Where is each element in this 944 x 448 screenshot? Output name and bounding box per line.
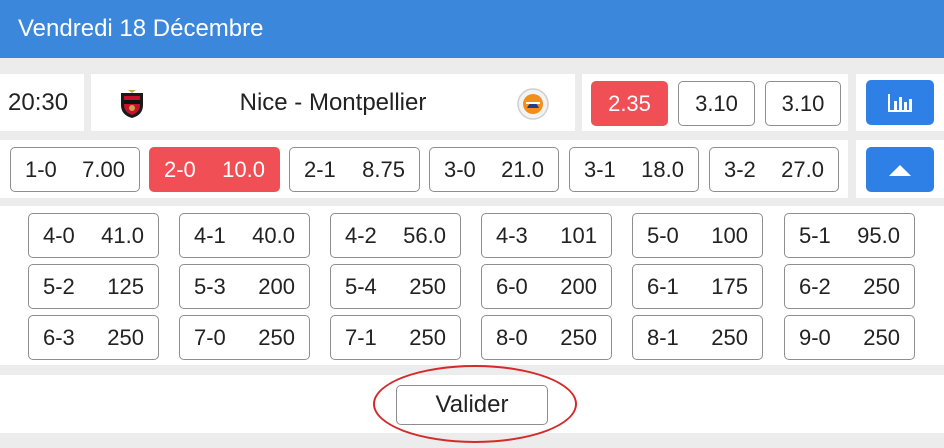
score-5-0-button[interactable]: 5-0 100	[632, 213, 763, 258]
score-label: 5-3	[194, 273, 226, 299]
validate-button[interactable]: Valider	[396, 385, 548, 425]
score-odd: 250	[409, 273, 446, 299]
score-label: 3-1	[584, 156, 616, 182]
odd-home-value: 2.35	[608, 90, 651, 116]
score-odd: 250	[863, 273, 900, 299]
score-odd: 40.0	[252, 222, 295, 248]
score-label: 9-0	[799, 324, 831, 350]
montpellier-hsc-crest-icon	[517, 88, 549, 120]
match-name: Nice - Montpellier	[239, 89, 427, 116]
score-label: 7-0	[194, 324, 226, 350]
score-odd: 175	[711, 273, 748, 299]
score-4-1-button[interactable]: 4-1 40.0	[179, 213, 310, 258]
score-1-0-button[interactable]: 1-0 7.00	[10, 147, 140, 192]
bar-chart-icon	[888, 93, 912, 112]
validate-button-label: Valider	[435, 391, 509, 418]
score-label: 2-0	[164, 156, 196, 182]
score-9-0-button[interactable]: 9-0 250	[784, 315, 915, 360]
score-8-0-button[interactable]: 8-0 250	[481, 315, 612, 360]
score-odd: 250	[711, 324, 748, 350]
score-label: 5-2	[43, 273, 75, 299]
date-title: Vendredi 18 Décembre	[18, 15, 264, 42]
odd-draw-button[interactable]: 3.10	[678, 81, 755, 126]
score-6-1-button[interactable]: 6-1 175	[632, 264, 763, 309]
score-label: 5-0	[647, 222, 679, 248]
score-odd: 250	[863, 324, 900, 350]
score-label: 1-0	[25, 156, 57, 182]
score-5-2-button[interactable]: 5-2 125	[28, 264, 159, 309]
score-4-2-button[interactable]: 4-2 56.0	[330, 213, 461, 258]
score-odd: 101	[560, 222, 597, 248]
score-odd: 41.0	[101, 222, 144, 248]
score-odd: 18.0	[641, 156, 684, 182]
score-3-1-button[interactable]: 3-1 18.0	[569, 147, 699, 192]
score-label: 6-0	[496, 273, 528, 299]
score-label: 4-1	[194, 222, 226, 248]
score-6-2-button[interactable]: 6-2 250	[784, 264, 915, 309]
match-time: 20:30	[0, 74, 84, 131]
score-5-3-button[interactable]: 5-3 200	[179, 264, 310, 309]
score-5-4-button[interactable]: 5-4 250	[330, 264, 461, 309]
score-5-1-button[interactable]: 5-1 95.0	[784, 213, 915, 258]
score-odd: 200	[560, 273, 597, 299]
match-teams: Nice - Montpellier	[91, 74, 575, 131]
score-8-1-button[interactable]: 8-1 250	[632, 315, 763, 360]
score-label: 5-1	[799, 222, 831, 248]
score-2-1-button[interactable]: 2-1 8.75	[289, 147, 420, 192]
score-3-0-button[interactable]: 3-0 21.0	[429, 147, 559, 192]
score-label: 8-0	[496, 324, 528, 350]
score-4-3-button[interactable]: 4-3 101	[481, 213, 612, 258]
score-odd: 8.75	[362, 156, 405, 182]
score-odd: 21.0	[501, 156, 544, 182]
score-odd: 7.00	[82, 156, 125, 182]
score-3-2-button[interactable]: 3-2 27.0	[709, 147, 839, 192]
score-odd: 250	[107, 324, 144, 350]
score-label: 4-2	[345, 222, 377, 248]
score-odd: 95.0	[857, 222, 900, 248]
score-odd: 200	[258, 273, 295, 299]
score-label: 6-1	[647, 273, 679, 299]
score-odd: 56.0	[403, 222, 446, 248]
score-odd: 27.0	[781, 156, 824, 182]
score-label: 8-1	[647, 324, 679, 350]
odd-away-button[interactable]: 3.10	[765, 81, 841, 126]
score-label: 4-3	[496, 222, 528, 248]
score-label: 3-2	[724, 156, 756, 182]
odd-draw-value: 3.10	[695, 90, 738, 116]
score-7-1-button[interactable]: 7-1 250	[330, 315, 461, 360]
score-label: 6-2	[799, 273, 831, 299]
odd-away-value: 3.10	[781, 90, 825, 116]
match-time-label: 20:30	[8, 89, 69, 116]
score-odd: 125	[107, 273, 144, 299]
score-7-0-button[interactable]: 7-0 250	[179, 315, 310, 360]
score-label: 7-1	[345, 324, 377, 350]
odd-home-button[interactable]: 2.35	[591, 81, 668, 126]
score-6-3-button[interactable]: 6-3 250	[28, 315, 159, 360]
score-label: 6-3	[43, 324, 75, 350]
score-4-0-button[interactable]: 4-0 41.0	[28, 213, 159, 258]
score-odd: 250	[258, 324, 295, 350]
score-odd: 250	[560, 324, 597, 350]
score-label: 2-1	[304, 156, 336, 182]
score-6-0-button[interactable]: 6-0 200	[481, 264, 612, 309]
score-odd: 10.0	[222, 156, 265, 182]
date-header: Vendredi 18 Décembre	[0, 0, 944, 58]
score-label: 3-0	[444, 156, 476, 182]
score-odd: 250	[409, 324, 446, 350]
collapse-scores-button[interactable]	[866, 147, 934, 192]
score-odd: 100	[711, 222, 748, 248]
chevron-up-icon	[889, 164, 911, 176]
stats-button[interactable]	[866, 80, 934, 125]
score-label: 4-0	[43, 222, 75, 248]
score-2-0-button[interactable]: 2-0 10.0	[149, 147, 280, 192]
score-label: 5-4	[345, 273, 377, 299]
